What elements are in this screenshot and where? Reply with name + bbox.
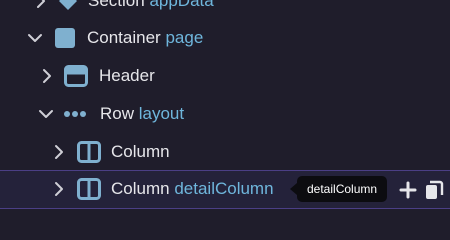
tooltip: detailColumn (297, 176, 388, 202)
tree-row-label: Row layout (100, 103, 184, 125)
copy-icon[interactable] (424, 179, 444, 199)
dots-icon (63, 103, 86, 125)
square-icon (54, 27, 76, 49)
tree-row-container[interactable]: Container page (0, 19, 450, 57)
chevron-down-icon[interactable] (26, 29, 44, 47)
tree-row-label: Section appData (88, 0, 214, 12)
node-name: Section (88, 0, 145, 10)
plus-icon[interactable] (398, 180, 418, 200)
tree-row-section[interactable]: Section appData (0, 0, 450, 20)
tree-row-label: Column detailColumn (111, 178, 274, 200)
chevron-right-icon[interactable] (50, 143, 68, 161)
node-name: Container (87, 28, 161, 47)
chevron-right-icon[interactable] (50, 180, 68, 198)
node-id: appData (149, 0, 214, 10)
chevron-right-icon[interactable] (32, 0, 50, 10)
column-icon (77, 141, 101, 163)
chevron-right-icon[interactable] (38, 67, 56, 85)
tree-row-column-selected[interactable]: Column detailColumn detailColumn (0, 170, 450, 209)
tree-row-column[interactable]: Column (0, 133, 450, 171)
tree-row-row[interactable]: Row layout (0, 95, 450, 133)
node-id: page (165, 28, 204, 47)
chevron-down-icon[interactable] (37, 105, 55, 123)
node-id: layout (138, 104, 185, 123)
diamond-icon (57, 0, 79, 12)
node-id: detailColumn (174, 179, 274, 198)
tree-row-label: Header (99, 65, 155, 87)
tree-row-label: Column (111, 141, 170, 163)
tooltip-arrow (290, 183, 297, 195)
node-name: Column (111, 179, 170, 198)
component-tree: Section appData Container page Header Ro… (0, 0, 450, 220)
tree-row-header[interactable]: Header (0, 57, 450, 95)
tree-row-label: Container page (87, 27, 203, 49)
node-name: Column (111, 142, 170, 161)
column-icon (77, 178, 101, 200)
node-name: Row (100, 104, 135, 123)
node-name: Header (99, 66, 155, 85)
header-icon (64, 65, 88, 87)
